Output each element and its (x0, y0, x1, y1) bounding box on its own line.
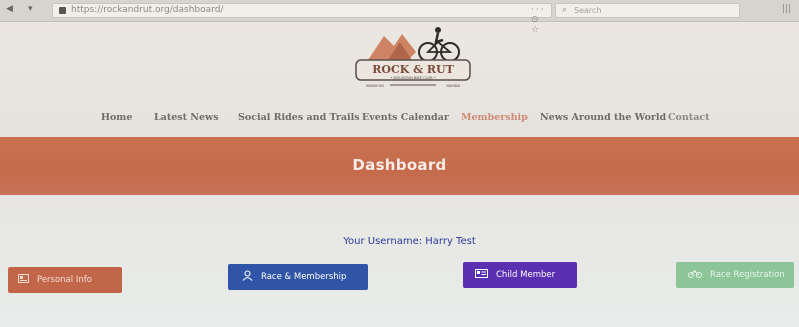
url-text: https://rockandrut.org/dashboard/ (71, 5, 224, 15)
nav-social-rides[interactable]: Social Rides and Trails (238, 112, 360, 123)
reload-icon[interactable]: ▾ (28, 4, 33, 14)
club-logo[interactable]: ROCK & RUT • MOUNTAIN BIKE CLUB • WINDHO… (350, 22, 476, 90)
main-nav: Home Latest News Social Rides and Trails… (0, 112, 799, 130)
race-membership-label: Race & Membership (261, 272, 347, 282)
race-registration-label: Race Registration (710, 270, 785, 280)
nav-contact[interactable]: Contact (668, 112, 710, 123)
search-placeholder: Search (574, 6, 602, 15)
child-member-label: Child Member (496, 270, 556, 280)
id-card-icon (475, 269, 488, 281)
logo-subtitle: • MOUNTAIN BIKE CLUB • (390, 76, 436, 80)
nav-latest-news[interactable]: Latest News (154, 112, 219, 123)
nav-news-world[interactable]: News Around the World (540, 112, 666, 123)
logo-title: ROCK & RUT (372, 63, 454, 76)
page-actions-icon[interactable]: ··· ⊙ ☆ (531, 5, 551, 35)
logo-left-text: WINDHOEK (366, 84, 385, 88)
address-bar[interactable]: https://rockandrut.org/dashboard/ ··· ⊙ … (52, 3, 552, 35)
personal-info-label: Personal Info (37, 275, 92, 285)
search-icon: ⌕ (562, 5, 568, 15)
child-member-button[interactable]: Child Member (463, 262, 577, 288)
race-membership-button[interactable]: Race & Membership (228, 264, 368, 290)
screen: ◀ ▾ https://rockandrut.org/dashboard/ ··… (0, 0, 799, 327)
browser-search-input[interactable]: ⌕ Search (555, 3, 740, 18)
back-icon[interactable]: ◀ (6, 4, 13, 14)
bicycle-icon (688, 269, 702, 281)
nav-membership[interactable]: Membership (461, 112, 528, 123)
nav-home[interactable]: Home (101, 112, 132, 123)
logo-right-text: NAMIBIA (446, 84, 460, 88)
id-card-icon (18, 274, 29, 286)
personal-info-button[interactable]: Personal Info (8, 267, 122, 293)
library-icon[interactable]: ||| (782, 4, 791, 14)
browser-toolbar: ◀ ▾ https://rockandrut.org/dashboard/ ··… (0, 0, 799, 35)
page-title: Dashboard (352, 156, 447, 174)
user-icon (242, 270, 253, 284)
nav-events-calendar[interactable]: Events Calendar (362, 112, 449, 123)
username-label: Your Username: Harry Test (343, 236, 476, 247)
race-registration-button[interactable]: Race Registration (676, 262, 794, 288)
lock-icon (59, 7, 66, 14)
page-banner: Dashboard (0, 137, 799, 195)
